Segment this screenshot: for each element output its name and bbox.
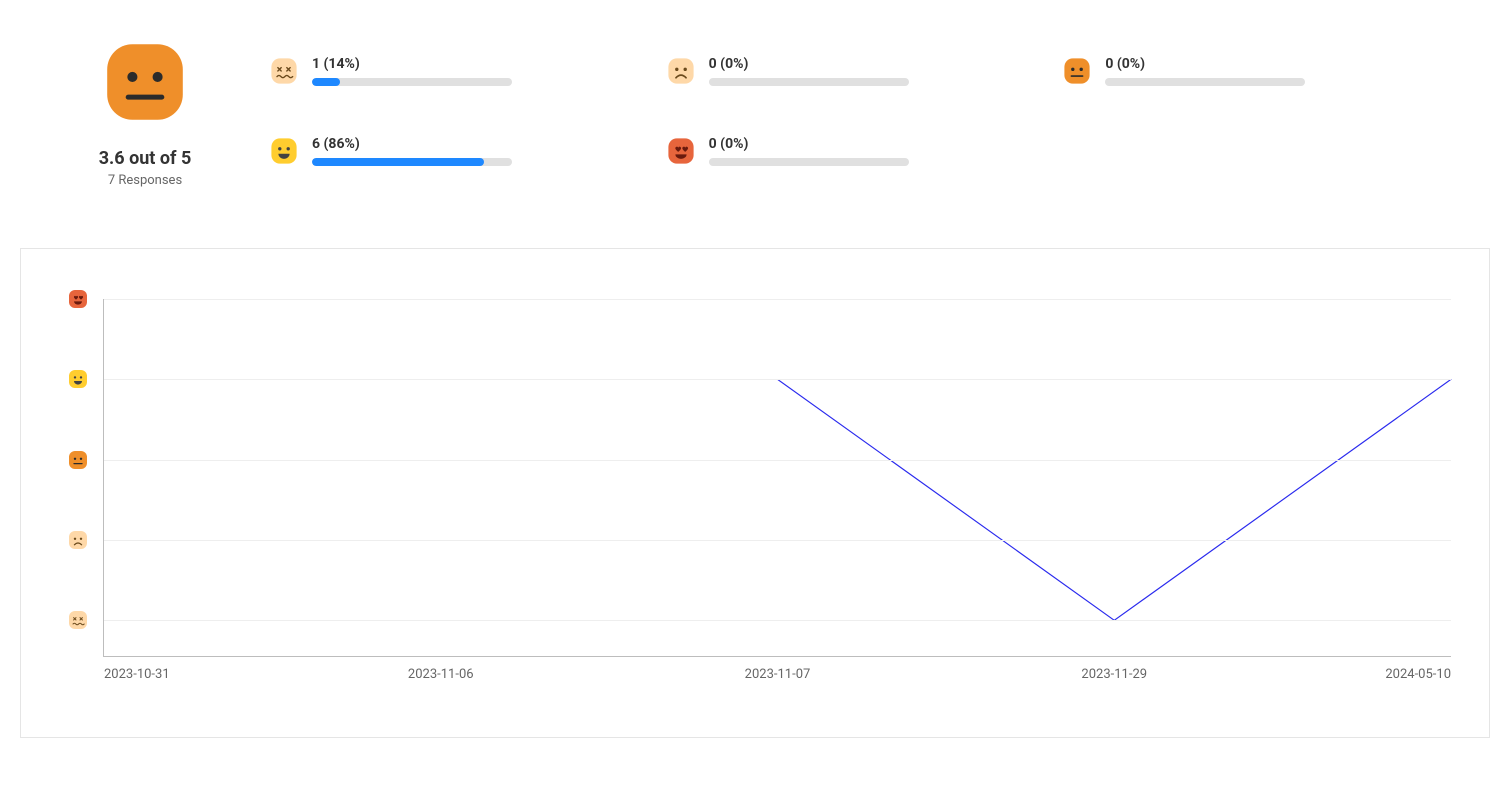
dist-item-sad: 0 (0%) <box>667 56 1034 86</box>
summary-card: 3.6 out of 5 7 Responses <box>20 20 270 188</box>
dist-item-happy: 6 (86%) <box>270 136 637 166</box>
x-tick: 2023-11-06 <box>408 667 474 682</box>
love-icon <box>667 137 695 165</box>
dist-item-neutral: 0 (0%) <box>1063 56 1430 86</box>
dist-label: 6 (86%) <box>312 136 637 152</box>
dist-bar <box>709 78 909 86</box>
y-tick-dead-icon <box>64 610 92 630</box>
dist-bar <box>312 78 512 86</box>
y-tick-love-icon <box>64 289 92 309</box>
gridline <box>104 540 1451 541</box>
sad-icon <box>667 57 695 85</box>
gridline <box>104 460 1451 461</box>
neutral-icon <box>1063 57 1091 85</box>
dist-label: 0 (0%) <box>709 56 1034 72</box>
score-text: 3.6 out of 5 <box>60 148 230 169</box>
dist-label: 0 (0%) <box>1105 56 1430 72</box>
happy-icon <box>270 137 298 165</box>
gridline <box>104 379 1451 380</box>
gridline <box>104 620 1451 621</box>
x-tick: 2023-11-29 <box>1081 667 1147 682</box>
distribution-grid: 1 (14%) 0 (0%) 0 (0%) 6 (8 <box>270 20 1490 166</box>
x-tick: 2023-11-07 <box>745 667 811 682</box>
dist-item-love: 0 (0%) <box>667 136 1034 166</box>
dist-bar <box>312 158 512 166</box>
dist-label: 0 (0%) <box>709 136 1034 152</box>
plot-area: 2023-10-312023-11-062023-11-072023-11-29… <box>103 299 1451 657</box>
average-emoji <box>103 40 187 124</box>
gridline <box>104 299 1451 300</box>
series-line <box>104 299 1451 656</box>
summary-row: 3.6 out of 5 7 Responses 1 (14%) 0 (0%) <box>20 20 1490 188</box>
dist-label: 1 (14%) <box>312 56 637 72</box>
dist-item-dead: 1 (14%) <box>270 56 637 86</box>
y-tick-neutral-icon <box>64 450 92 470</box>
y-tick-sad-icon <box>64 530 92 550</box>
responses-text: 7 Responses <box>60 173 230 188</box>
timeline-chart: 2023-10-31 2023-11-06 2023-11-07 2023-11-29… <box>20 248 1490 738</box>
dist-bar <box>1105 78 1305 86</box>
x-tick: 2024-05-10 <box>1385 667 1451 682</box>
x-tick: 2023-10-31 <box>104 667 170 682</box>
dist-bar <box>709 158 909 166</box>
y-tick-happy-icon <box>64 369 92 389</box>
dead-icon <box>270 57 298 85</box>
